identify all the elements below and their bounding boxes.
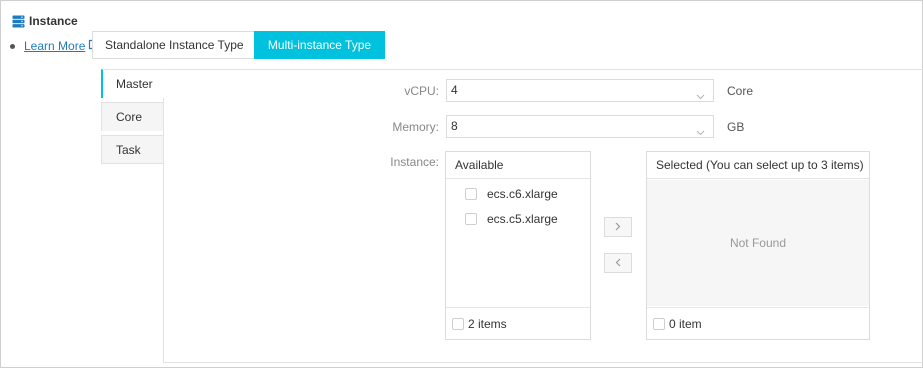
instance-type-tabs: Standalone Instance Type Multi-instance … xyxy=(92,31,385,59)
item-checkbox[interactable] xyxy=(465,188,477,200)
tab-core[interactable]: Core xyxy=(101,102,164,131)
available-list-footer: 2 items xyxy=(446,307,590,339)
vcpu-unit: Core xyxy=(727,84,754,98)
list-item[interactable]: ecs.c6.xlarge xyxy=(465,187,558,201)
memory-label: Memory: xyxy=(392,120,439,134)
available-list-title: Available xyxy=(446,152,590,179)
memory-value: 8 xyxy=(451,119,458,133)
vcpu-value: 4 xyxy=(451,83,458,97)
selected-list-footer: 0 item xyxy=(647,307,869,339)
move-left-button[interactable] xyxy=(604,253,632,273)
learn-more-link[interactable]: Learn More xyxy=(24,39,85,53)
tab-multi-instance-type[interactable]: Multi-instance Type xyxy=(254,31,385,59)
item-checkbox[interactable] xyxy=(465,213,477,225)
bullet xyxy=(10,43,15,49)
chevron-left-icon xyxy=(615,256,621,270)
selected-list-title: Selected (You can select up to 3 items) xyxy=(647,152,869,179)
vcpu-select[interactable]: 4 xyxy=(446,79,714,102)
chevron-right-icon xyxy=(615,220,621,234)
memory-unit: GB xyxy=(727,120,745,134)
chevron-down-icon xyxy=(696,122,705,143)
move-right-button[interactable] xyxy=(604,217,632,237)
instance-label: Instance: xyxy=(390,155,439,169)
list-item-label: ecs.c6.xlarge xyxy=(487,187,558,201)
available-list-panel: Available ecs.c6.xlarge ecs.c5.xlarge 2 … xyxy=(445,151,591,340)
select-all-checkbox[interactable] xyxy=(653,317,665,330)
section-title: Instance xyxy=(12,14,78,28)
tab-standalone-instance-type[interactable]: Standalone Instance Type xyxy=(92,31,254,59)
list-item-label: ecs.c5.xlarge xyxy=(487,212,558,226)
select-all-checkbox[interactable] xyxy=(452,317,464,330)
section-title-text: Instance xyxy=(29,14,78,28)
learn-more-row: Learn More xyxy=(10,39,99,53)
role-tabs: Master Core Task xyxy=(101,69,164,168)
tab-master[interactable]: Master xyxy=(101,69,164,98)
selected-list-body: Not Found xyxy=(647,180,869,306)
available-count: 2 items xyxy=(468,316,507,331)
server-stack-icon xyxy=(12,15,25,28)
selected-count: 0 item xyxy=(669,316,702,331)
list-item[interactable]: ecs.c5.xlarge xyxy=(465,212,558,226)
vcpu-label: vCPU: xyxy=(404,84,439,98)
tab-task[interactable]: Task xyxy=(101,135,164,164)
chevron-down-icon xyxy=(696,86,705,107)
empty-state-text: Not Found xyxy=(729,236,787,250)
memory-select[interactable]: 8 xyxy=(446,115,714,138)
selected-list-panel: Selected (You can select up to 3 items) … xyxy=(646,151,870,340)
